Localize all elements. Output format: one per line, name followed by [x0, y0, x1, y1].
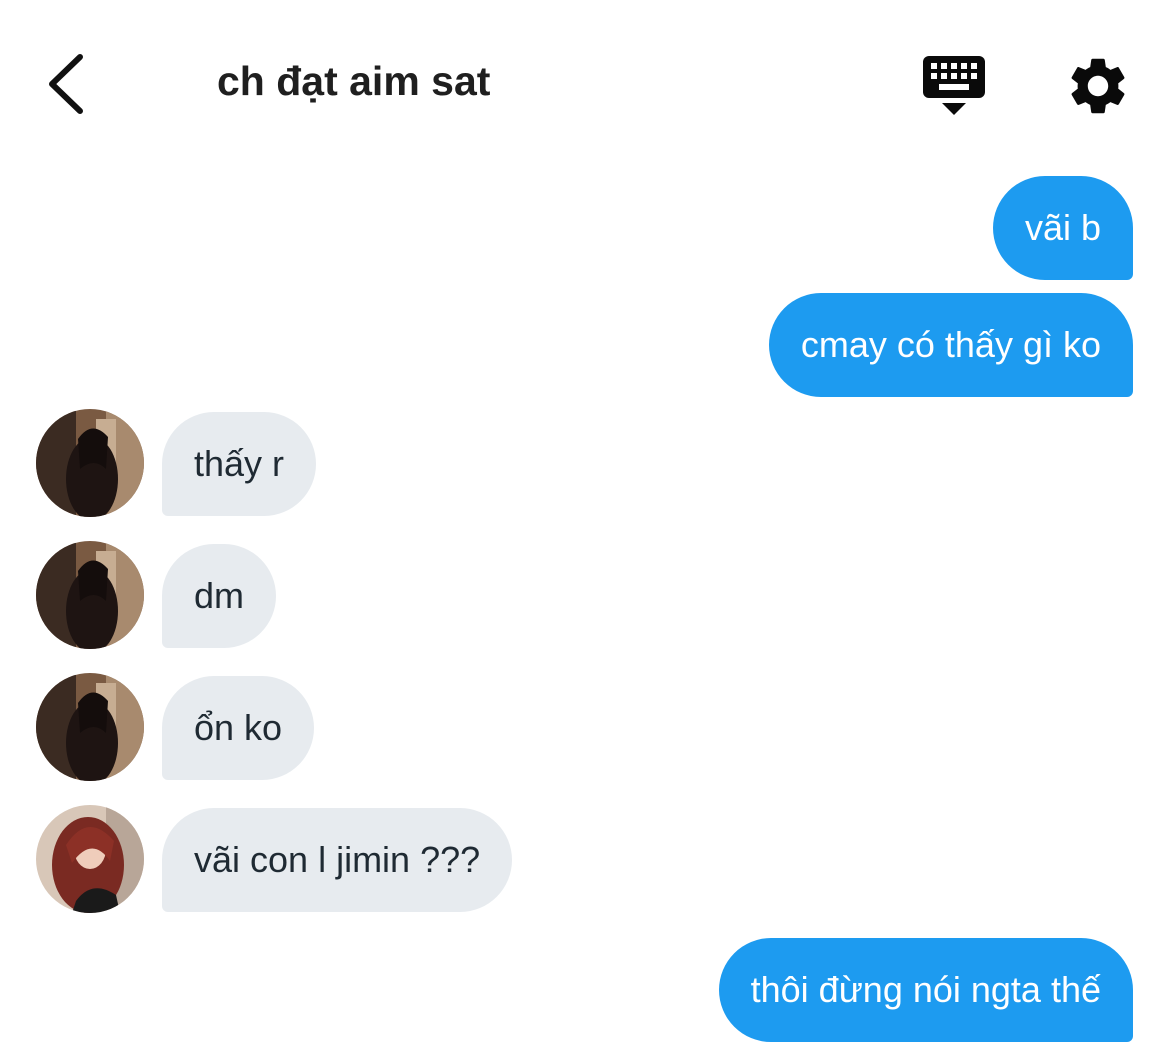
chat-header: ch đạt aim sat — [0, 0, 1170, 160]
message-bubble-incoming[interactable]: thấy r — [162, 412, 317, 516]
message-bubble-outgoing[interactable]: vãi b — [992, 176, 1133, 280]
message-bubble-incoming[interactable]: ổn ko — [162, 676, 315, 780]
settings-button[interactable] — [1064, 52, 1132, 120]
chevron-left-icon — [49, 54, 83, 114]
conversation-title: ch đạt aim sat — [217, 58, 491, 104]
message-bubble-incoming[interactable]: dm — [162, 544, 277, 648]
avatar[interactable] — [36, 409, 144, 517]
message-bubble-outgoing[interactable]: cmay có thấy gì ko — [768, 293, 1133, 397]
message-bubble-incoming[interactable]: vãi con l jimin ??? — [162, 808, 513, 912]
keyboard-hide-icon — [923, 56, 985, 115]
avatar[interactable] — [36, 541, 144, 649]
avatar[interactable] — [36, 673, 144, 781]
back-button[interactable] — [38, 48, 98, 118]
keyboard-toggle-button[interactable] — [918, 52, 990, 118]
gear-icon — [1071, 58, 1125, 114]
avatar[interactable] — [36, 805, 144, 913]
message-bubble-outgoing[interactable]: thôi đừng nói ngta thế — [718, 938, 1133, 1042]
